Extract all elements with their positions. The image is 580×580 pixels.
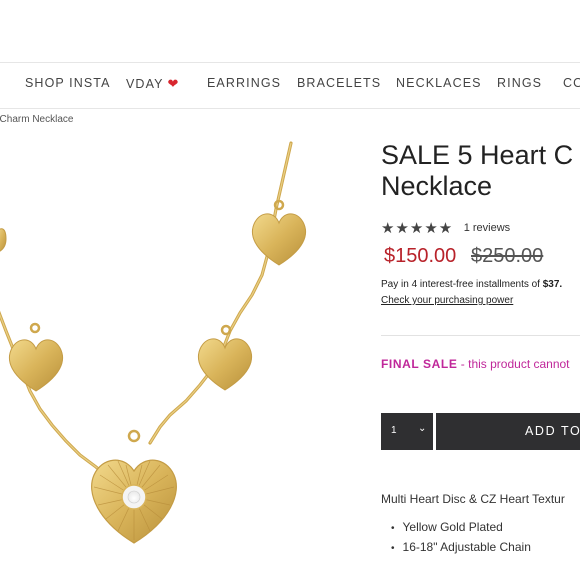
product-title-line2: Necklace (381, 171, 493, 201)
final-sale-notice: FINAL SALE - this product cannot (381, 357, 570, 371)
quantity-value: 1 (391, 425, 397, 436)
nav-item-shop-insta[interactable]: SHOP INSTA (25, 76, 111, 90)
installments-text: Pay in 4 interest-free installments of $… (381, 279, 562, 290)
sale-price: $150.00 (384, 245, 457, 267)
compare-price: $250.00 (471, 245, 544, 267)
charm-heart-edge (0, 228, 7, 252)
nav-item-bracelets[interactable]: BRACELETS (297, 76, 381, 90)
rating-row[interactable]: ★★★★★ 1 reviews (381, 219, 510, 237)
cz-stone (127, 490, 141, 504)
nav-item-earrings[interactable]: EARRINGS (207, 76, 281, 90)
nav-item-co[interactable]: CO (563, 76, 580, 90)
installment-amount: $37. (542, 279, 563, 290)
quantity-select[interactable]: 1 ⌄ (381, 413, 433, 450)
nav-item-vday[interactable]: VDAY ❤ (126, 76, 180, 92)
feature-item: Yellow Gold Plated (391, 520, 531, 540)
product-image[interactable] (0, 135, 340, 580)
feature-list: Yellow Gold Plated 16-18" Adjustable Cha… (391, 520, 531, 559)
nav-item-rings[interactable]: RINGS (497, 76, 542, 90)
header-bar (0, 0, 580, 63)
feature-item: 16-18" Adjustable Chain (391, 540, 531, 560)
installments-label: Pay in 4 interest-free installments of (381, 279, 543, 290)
add-to-cart-label: ADD TO (525, 424, 580, 438)
main-nav: SHOP INSTA VDAY ❤ EARRINGS BRACELETS NECK… (0, 62, 580, 109)
breadcrumb[interactable]: t Charm Necklace (0, 114, 73, 125)
product-description: Multi Heart Disc & CZ Heart Textur (381, 492, 565, 506)
charm-heart-right (251, 213, 307, 266)
nav-item-necklaces[interactable]: NECKLACES (396, 76, 482, 90)
final-sale-note: - this product cannot (457, 357, 570, 371)
add-to-cart-button[interactable]: ADD TO (436, 413, 580, 450)
final-sale-label: FINAL SALE (381, 357, 458, 371)
chevron-down-icon: ⌄ (418, 423, 427, 434)
product-title: SALE 5 Heart C Necklace (381, 140, 573, 202)
purchasing-power-link[interactable]: Check your purchasing power (381, 295, 513, 306)
star-rating-icon: ★★★★★ (381, 220, 454, 237)
reviews-count[interactable]: 1 reviews (464, 222, 510, 234)
nav-item-vday-label: VDAY (126, 77, 164, 91)
divider (381, 335, 580, 336)
product-title-line1: SALE 5 Heart C (381, 140, 574, 170)
charm-heart-left (8, 339, 64, 392)
red-heart-icon: ❤ (167, 76, 180, 91)
